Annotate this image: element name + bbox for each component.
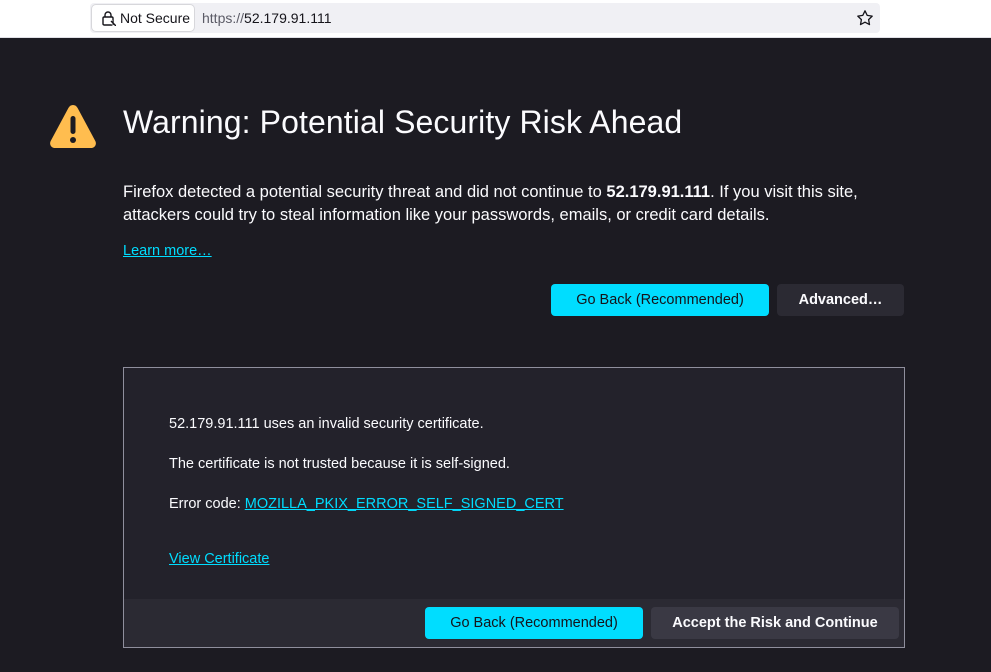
url-scheme: https:// xyxy=(202,10,245,26)
url-host: 52.179.91.111 xyxy=(244,10,332,26)
go-back-button-bottom[interactable]: Go Back (Recommended) xyxy=(425,607,643,639)
certificate-invalid-text: 52.179.91.111 uses an invalid security c… xyxy=(169,416,484,432)
go-back-button[interactable]: Go Back (Recommended) xyxy=(551,284,769,316)
advanced-panel: 52.179.91.111 uses an invalid security c… xyxy=(123,367,905,648)
description-host: 52.179.91.111 xyxy=(606,183,711,201)
site-security-chip[interactable]: Not Secure xyxy=(92,5,194,31)
not-secure-label: Not Secure xyxy=(120,10,191,26)
warning-triangle-icon xyxy=(50,105,96,148)
warning-description: Firefox detected a potential security th… xyxy=(123,181,923,227)
learn-more-link[interactable]: Learn more… xyxy=(123,243,212,259)
star-icon[interactable] xyxy=(856,9,874,27)
error-code-label: Error code: xyxy=(169,496,245,512)
url-text[interactable]: https://52.179.91.111 xyxy=(202,10,331,26)
browser-toolbar: Not Secure https://52.179.91.111 xyxy=(0,0,991,38)
self-signed-text: The certificate is not trusted because i… xyxy=(169,456,510,472)
description-text: Firefox detected a potential security th… xyxy=(123,183,607,201)
page-title: Warning: Potential Security Risk Ahead xyxy=(123,104,683,140)
lock-warning-icon xyxy=(102,11,116,26)
address-bar[interactable]: Not Secure https://52.179.91.111 xyxy=(90,3,880,33)
error-code-line: Error code: MOZILLA_PKIX_ERROR_SELF_SIGN… xyxy=(169,496,564,512)
view-certificate-link[interactable]: View Certificate xyxy=(169,551,269,567)
accept-risk-button[interactable]: Accept the Risk and Continue xyxy=(651,607,899,639)
advanced-button[interactable]: Advanced… xyxy=(777,284,904,316)
error-code-link[interactable]: MOZILLA_PKIX_ERROR_SELF_SIGNED_CERT xyxy=(245,496,564,512)
